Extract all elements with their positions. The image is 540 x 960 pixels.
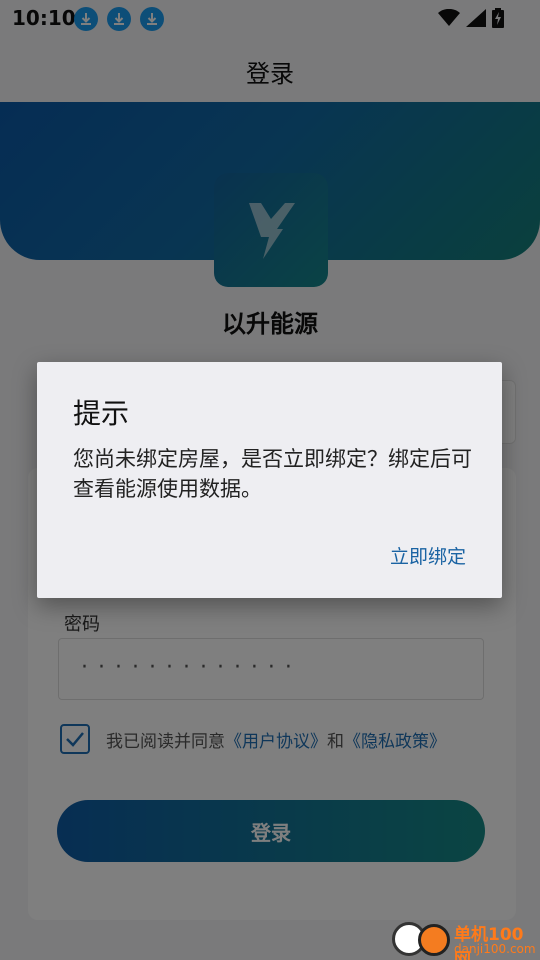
dialog-message: 您尚未绑定房屋，是否立即绑定？绑定后可查看能源使用数据。 — [73, 447, 472, 501]
bind-house-dialog: 提示 您尚未绑定房屋，是否立即绑定？绑定后可查看能源使用数据。 立即绑定 — [37, 362, 502, 598]
dialog-title: 提示 — [73, 397, 130, 430]
bind-now-button[interactable]: 立即绑定 — [390, 542, 466, 569]
watermark-line2: danji100.com — [454, 942, 536, 956]
watermark: 单机100网 danji100.com — [392, 918, 540, 960]
watermark-logo-icon — [418, 924, 450, 956]
